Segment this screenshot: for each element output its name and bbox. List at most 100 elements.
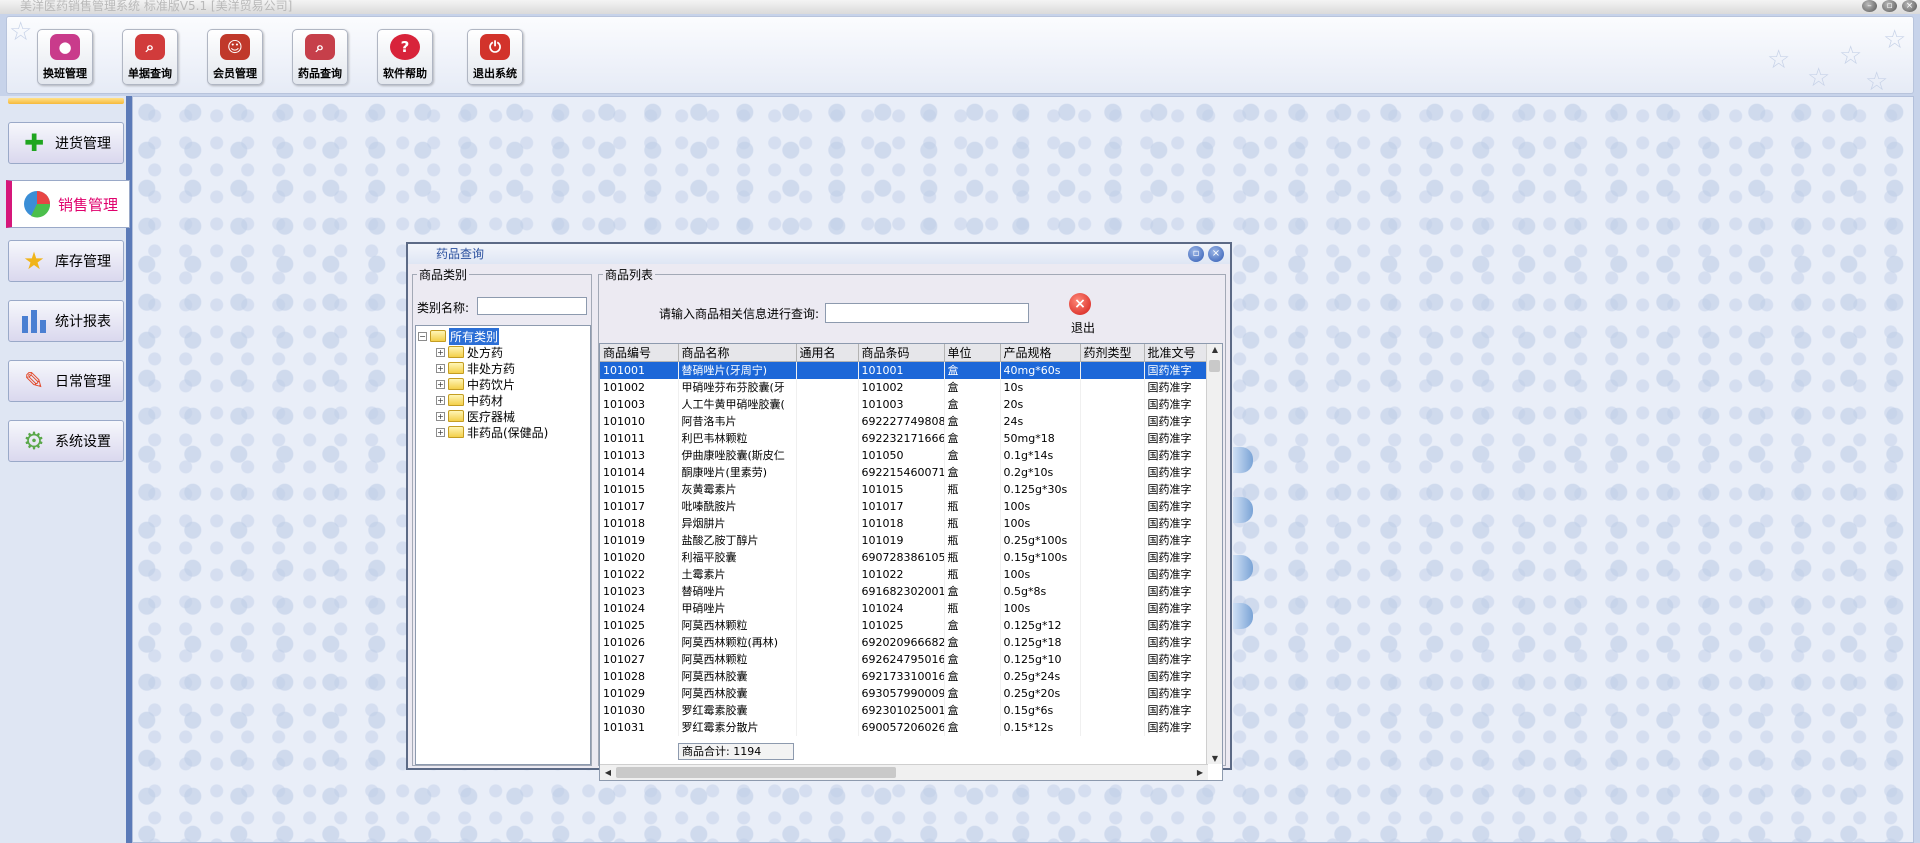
table-cell: 101025 [858, 616, 945, 634]
software-help-button[interactable]: ? 软件帮助 [377, 29, 433, 85]
table-row[interactable]: 101029 阿莫西林胶囊 6930579900095 盒 0.25g*20s 国药准字 [600, 684, 1209, 702]
total-count: 商品合计: 1194 [678, 743, 794, 760]
shift-management-button[interactable]: ● 换班管理 [37, 29, 93, 85]
column-header[interactable]: 商品条码 [858, 344, 945, 362]
decor-star-icon: ☆ [1767, 45, 1791, 75]
table-row[interactable]: 101018 异烟肼片 101018 瓶 100s 国药准字 [600, 514, 1209, 532]
table-cell: 101022 [858, 565, 945, 583]
side-tab[interactable] [1233, 555, 1253, 581]
bar-chart-icon [17, 306, 51, 336]
tree-node[interactable]: + 非处方药 [436, 360, 515, 376]
table-row[interactable]: 101020 利福平胶囊 6907283861059 瓶 0.15g*100s 国药准字 [600, 548, 1209, 566]
restore-icon[interactable]: ▫ [1188, 246, 1204, 262]
nav-item-reports[interactable]: 统计报表 [8, 300, 124, 342]
table-row[interactable]: 101023 替硝唑片 6916823020016 盒 0.5g*8s 国药准字 [600, 582, 1209, 600]
column-header[interactable]: 单位 [944, 344, 1001, 362]
member-management-button[interactable]: ☺ 会员管理 [207, 29, 263, 85]
side-tab[interactable] [1233, 447, 1253, 473]
category-legend: 商品类别 [419, 268, 468, 282]
table-row[interactable]: 101030 罗红霉素胶囊 6923010250019 盒 0.15g*6s 国药准字 [600, 701, 1209, 719]
scroll-up-icon[interactable]: ▲ [1207, 345, 1222, 354]
nav-item-label: 统计报表 [55, 314, 111, 330]
expand-icon[interactable]: + [436, 363, 445, 373]
vertical-scrollbar[interactable]: ▲ ▼ [1206, 344, 1222, 764]
table-row[interactable]: 101003 人工牛黄甲硝唑胶囊(101003 盒 20s 国药准字 [600, 395, 1209, 413]
drug-query-button[interactable]: ⌕ 药品查询 [292, 29, 348, 85]
table-row[interactable]: 101022 土霉素片 101022 瓶 100s 国药准字 [600, 565, 1209, 583]
table-body: 101001 替硝唑片(牙周宁) 101001 盒 40mg*60s 国药准字 101002… [600, 361, 1209, 736]
tree-node[interactable]: + 非药品(保健品) [436, 424, 548, 440]
nav-item-purchase[interactable]: ✚ 进货管理 [8, 122, 124, 164]
expand-icon[interactable]: + [436, 395, 445, 405]
nav-item-inventory[interactable]: ★ 库存管理 [8, 240, 124, 282]
table-cell: 100s [1000, 497, 1081, 515]
column-header[interactable]: 商品编号 [600, 344, 679, 362]
table-row[interactable]: 101027 阿莫西林颗粒 6926247950165 盒 0.125g*10 国药准字 [600, 650, 1209, 668]
table-row[interactable]: 101025 阿莫西林颗粒 101025 盒 0.125g*12 国药准字 [600, 616, 1209, 634]
member-management-label: 会员管理 [213, 67, 257, 80]
table-row[interactable]: 101001 替硝唑片(牙周宁) 101001 盒 40mg*60s 国药准字 [600, 361, 1209, 379]
document-query-button[interactable]: ⌕ 单据查询 [122, 29, 178, 85]
table-row[interactable]: 101028 阿莫西林胶囊 6921733100161 盒 0.25g*24s 国药准字 [600, 667, 1209, 685]
nav-item-sales[interactable]: 销售管理 [6, 180, 130, 228]
side-tab[interactable] [1233, 603, 1253, 629]
table-cell: 瓶 [944, 514, 1001, 532]
close-icon[interactable]: × [1902, 0, 1917, 12]
scroll-down-icon[interactable]: ▼ [1207, 754, 1222, 763]
table-row[interactable]: 101011 利巴韦林颗粒 6922321716665 盒 50mg*18 国药准字 [600, 429, 1209, 447]
expand-icon[interactable]: + [436, 379, 445, 389]
collapse-icon[interactable]: − [418, 331, 427, 341]
column-header[interactable]: 通用名 [796, 344, 859, 362]
table-row[interactable]: 101024 甲硝唑片 101024 瓶 100s 国药准字 [600, 599, 1209, 617]
tree-node[interactable]: + 中药饮片 [436, 376, 515, 392]
table-cell: 0.15g*6s [1000, 701, 1081, 719]
table-row[interactable]: 101019 盐酸乙胺丁醇片 101019 瓶 0.25g*100s 国药准字 [600, 531, 1209, 549]
minimize-icon[interactable]: – [1862, 0, 1877, 12]
table-cell: 101025 [600, 616, 679, 634]
table-row[interactable]: 101026 阿莫西林颗粒(再林) 6920209666828 盒 0.125g*18 国… [600, 633, 1209, 651]
table-cell [796, 582, 859, 600]
table-cell: 0.1g*14s [1000, 446, 1081, 464]
exit-icon[interactable]: × [1069, 293, 1091, 315]
horizontal-scroll-thumb[interactable] [616, 767, 896, 778]
column-header[interactable]: 商品名称 [678, 344, 797, 362]
side-tab[interactable] [1233, 497, 1253, 523]
table-cell [796, 412, 859, 430]
expand-icon[interactable]: + [436, 427, 445, 437]
tree-node[interactable]: + 医疗器械 [436, 408, 515, 424]
table-row[interactable]: 101015 灰黄霉素片 101015 瓶 0.125g*30s 国药准字 [600, 480, 1209, 498]
nav-item-settings[interactable]: ⚙ 系统设置 [8, 420, 124, 462]
exit-system-button[interactable]: ⏻ 退出系统 [467, 29, 523, 85]
scroll-right-icon[interactable]: ▶ [1192, 768, 1208, 777]
search-input[interactable] [825, 303, 1029, 323]
vertical-scroll-thumb[interactable] [1209, 360, 1220, 372]
table-cell [796, 361, 859, 379]
scroll-left-icon[interactable]: ◀ [600, 768, 616, 777]
close-icon[interactable]: × [1208, 246, 1224, 262]
tree-node[interactable]: + 处方药 [436, 344, 503, 360]
table-cell: 0.125g*18 [1000, 633, 1081, 651]
tree-node-root[interactable]: − 所有类别 [418, 327, 500, 345]
table-row[interactable]: 101014 酮康唑片(里素劳) 6922154600711 盒 0.2g*10s 国药准… [600, 463, 1209, 481]
nav-item-daily[interactable]: ✎ 日常管理 [8, 360, 124, 402]
table-cell [1080, 412, 1145, 430]
category-name-input[interactable] [477, 297, 587, 315]
restore-icon[interactable]: ▫ [1882, 0, 1897, 12]
table-row[interactable]: 101017 吡嗪酰胺片 101017 瓶 100s 国药准字 [600, 497, 1209, 515]
expand-icon[interactable]: + [436, 347, 445, 357]
exit-button-label[interactable]: 退出 [1071, 319, 1095, 336]
table-row[interactable]: 101002 甲硝唑芬布芬胶囊(牙 101002 盒 10s 国药准字 [600, 378, 1209, 396]
table-cell: 人工牛黄甲硝唑胶囊( [678, 395, 797, 413]
column-header[interactable]: 药剂类型 [1080, 344, 1145, 362]
tree-node[interactable]: + 中药材 [436, 392, 503, 408]
table-row[interactable]: 101013 伊曲康唑胶囊(斯皮仁 101050 盒 0.1g*14s 国药准字 [600, 446, 1209, 464]
table-row[interactable]: 101031 罗红霉素分散片 6900572060263 盒 0.15*12s 国药准字 [600, 718, 1209, 736]
table-cell: 101002 [600, 378, 679, 396]
column-header[interactable]: 产品规格 [1000, 344, 1081, 362]
table-cell [796, 480, 859, 498]
table-row[interactable]: 101010 阿昔洛韦片 6922277498080 盒 24s 国药准字 [600, 412, 1209, 430]
table-cell: 6921733100161 [858, 667, 945, 685]
horizontal-scrollbar[interactable]: ◀ ▶ [600, 764, 1208, 780]
expand-icon[interactable]: + [436, 411, 445, 421]
column-header[interactable]: 批准文号 [1144, 344, 1209, 362]
